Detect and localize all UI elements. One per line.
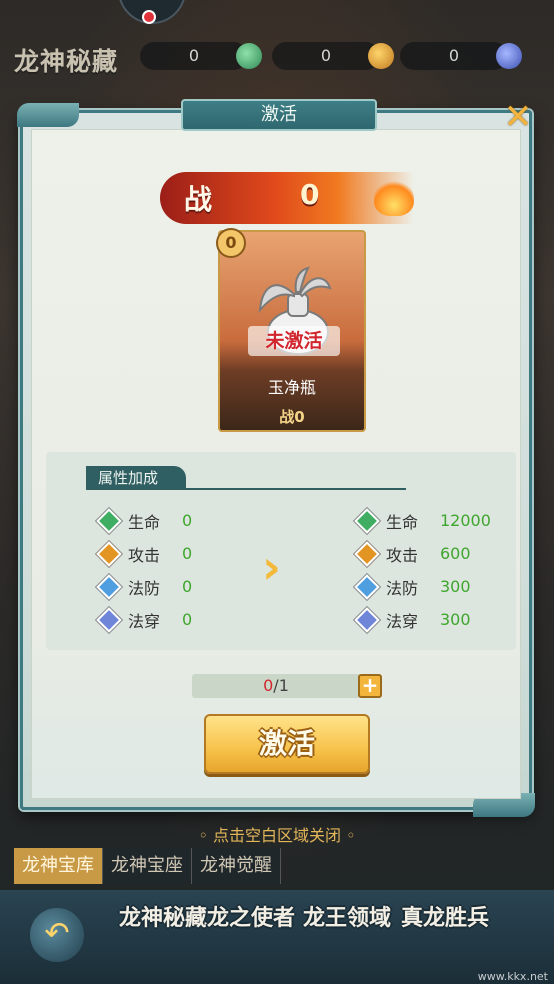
attr-value: 12000 (440, 511, 491, 530)
resource-crystal[interactable]: 0 (400, 42, 522, 70)
power-label: 战 (184, 183, 213, 216)
attr-row-attack: 攻击 0 (96, 537, 193, 570)
hp-icon (354, 507, 380, 534)
attr-value: 0 (182, 511, 193, 530)
attr-name: 生命 (386, 512, 419, 532)
attr-row-magic-penetration: 法穿 300 (354, 603, 491, 636)
page-title: 龙神秘藏 (14, 47, 119, 76)
card-status-label: 未激活 (248, 326, 340, 356)
progress-current: 0 (263, 676, 274, 695)
dialog-title: 激活 (181, 99, 377, 131)
nav-true-dragon-weapon[interactable]: 真龙胜兵 (400, 906, 490, 930)
resource-value: 0 (188, 46, 200, 65)
card-power: 战0 (279, 408, 305, 426)
tab-dragon-throne[interactable]: 龙神宝座 (103, 848, 192, 884)
magic-defense-icon (354, 573, 380, 600)
close-hint[interactable]: ◦ 点击空白区域关闭 ◦ (0, 822, 554, 846)
flame-icon (374, 180, 414, 216)
watermark: www.kkx.net (477, 970, 548, 983)
crystal-icon (496, 43, 522, 69)
bottom-nav: ↶ 龙神秘藏 龙之使者 龙王领域 真龙胜兵 (0, 890, 554, 984)
next-attributes: 生命 12000 攻击 600 法防 300 法穿 300 (354, 504, 491, 636)
resource-value: 0 (448, 46, 460, 65)
dragon-ornament-icon (17, 103, 79, 127)
resource-value: 0 (320, 46, 332, 65)
attr-row-magic-penetration: 法穿 0 (96, 603, 193, 636)
resource-gold[interactable]: 0 (272, 42, 394, 70)
card-name: 玉净瓶 (267, 378, 316, 397)
attr-name: 法穿 (386, 611, 419, 631)
gold-ingot-icon (368, 43, 394, 69)
attribute-panel: 属性加成 生命 0 攻击 0 法防 0 法穿 0 › 生命 12000 攻击 6… (46, 452, 516, 650)
attr-value: 0 (182, 610, 193, 629)
activate-dialog: 战 0 0 未激活 玉净瓶 战0 属性加成 生命 0 攻击 0 法防 0 法穿 … (17, 99, 535, 817)
resource-jade[interactable]: 0 (140, 42, 262, 70)
attr-name: 法穿 (128, 611, 161, 631)
attr-name: 攻击 (128, 545, 161, 565)
card-level-badge: 0 (216, 228, 246, 258)
add-material-button[interactable]: + (358, 674, 382, 698)
attr-row-hp: 生命 12000 (354, 504, 491, 537)
nav-dragon-envoy[interactable]: 龙之使者 (206, 906, 296, 930)
magic-defense-icon (96, 573, 122, 600)
attribute-header: 属性加成 (86, 466, 186, 490)
jade-icon (236, 43, 262, 69)
attr-value: 300 (440, 577, 471, 596)
magic-penetration-icon (96, 606, 122, 633)
power-value: 0 (300, 178, 320, 211)
dialog-body: 战 0 0 未激活 玉净瓶 战0 属性加成 生命 0 攻击 0 法防 0 法穿 … (31, 129, 521, 799)
attr-row-hp: 生命 0 (96, 504, 193, 537)
magic-penetration-icon (354, 606, 380, 633)
attr-row-attack: 攻击 600 (354, 537, 491, 570)
material-progress: 0/1 (192, 674, 360, 698)
current-attributes: 生命 0 攻击 0 法防 0 法穿 0 (96, 504, 193, 636)
attr-value: 300 (440, 610, 471, 629)
tab-dragon-treasury[interactable]: 龙神宝库 (14, 848, 103, 884)
attr-name: 生命 (128, 512, 161, 532)
attr-name: 法防 (128, 578, 161, 598)
attr-row-magic-defense: 法防 0 (96, 570, 193, 603)
attr-value: 0 (182, 544, 193, 563)
close-icon[interactable]: ✕ (501, 100, 535, 135)
tab-dragon-awakening[interactable]: 龙神觉醒 (192, 848, 281, 884)
notification-dot (142, 10, 156, 24)
attack-icon (96, 540, 122, 567)
divider (186, 488, 406, 490)
close-hint-text: 点击空白区域关闭 (212, 826, 341, 845)
attr-value: 600 (440, 544, 471, 563)
bottom-tabs: 龙神宝库 龙神宝座 龙神觉醒 (14, 848, 281, 884)
attr-value: 0 (182, 577, 193, 596)
attr-name: 攻击 (386, 545, 419, 565)
back-arrow-icon[interactable]: ↶ (30, 908, 84, 962)
arrow-right-icon: › (262, 540, 281, 594)
nav-dragon-secret-treasure[interactable]: 龙神秘藏 (118, 906, 208, 930)
attack-icon (354, 540, 380, 567)
attr-row-magic-defense: 法防 300 (354, 570, 491, 603)
treasure-card[interactable]: 0 未激活 玉净瓶 战0 (216, 228, 366, 432)
power-banner: 战 0 (160, 172, 414, 224)
activate-button[interactable]: 激活 (204, 714, 370, 774)
progress-max: 1 (278, 676, 289, 695)
hp-icon (96, 507, 122, 534)
attr-name: 法防 (386, 578, 419, 598)
nav-dragon-king-domain[interactable]: 龙王领域 (302, 906, 392, 930)
